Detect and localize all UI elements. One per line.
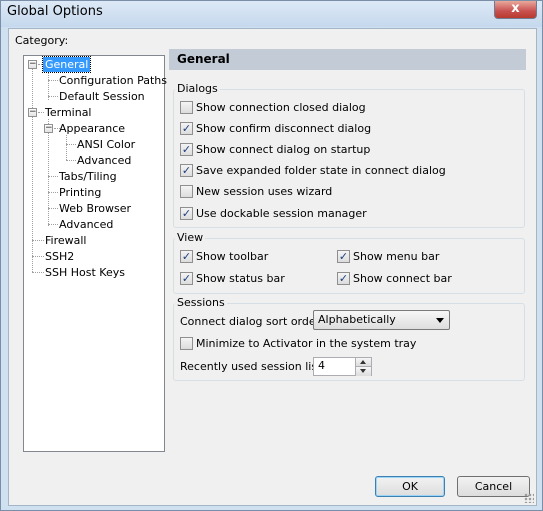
tree-item-printing[interactable]: Printing xyxy=(57,185,103,200)
resize-grip-icon[interactable] xyxy=(524,493,534,503)
tree-item-ssh-host-keys[interactable]: SSH Host Keys xyxy=(43,265,127,280)
tree-item-ssh2[interactable]: SSH2 xyxy=(43,249,76,264)
tree-item-general[interactable]: General xyxy=(41,56,92,73)
recent-sessions-label: Recently used session list: xyxy=(180,360,326,373)
chevron-down-icon xyxy=(436,318,444,323)
collapse-icon[interactable]: − xyxy=(28,60,37,69)
check-icon[interactable]: ✓ xyxy=(180,272,193,285)
ok-button[interactable]: OK xyxy=(375,476,445,497)
collapse-icon[interactable]: − xyxy=(28,108,37,117)
spin-down-button[interactable] xyxy=(356,367,371,376)
arrow-down-icon xyxy=(360,369,366,373)
tree-item-tabs-tiling[interactable]: Tabs/Tiling xyxy=(57,169,119,184)
check-icon[interactable]: ✓ xyxy=(337,272,350,285)
checkbox-box[interactable] xyxy=(180,337,193,350)
dialogs-group-label: Dialogs xyxy=(175,82,220,95)
tree-item-firewall[interactable]: Firewall xyxy=(43,233,88,248)
dialog-client-area: Category: − − − General Configuration Pa… xyxy=(8,28,537,506)
title-bar[interactable]: Global Options x xyxy=(1,1,542,27)
close-button[interactable]: x xyxy=(494,1,537,19)
check-icon[interactable]: ✓ xyxy=(180,250,193,263)
tree-item-configuration-paths[interactable]: Configuration Paths xyxy=(57,73,169,88)
page-title: General xyxy=(169,49,526,70)
sort-order-value: Alphabetically xyxy=(318,313,396,326)
checkbox-box[interactable] xyxy=(180,185,193,198)
recent-sessions-input[interactable]: 4 xyxy=(313,357,357,376)
check-icon[interactable]: ✓ xyxy=(180,122,193,135)
category-label: Category: xyxy=(15,34,69,47)
tree-item-terminal-advanced[interactable]: Advanced xyxy=(57,217,115,232)
sort-order-label: Connect dialog sort order: xyxy=(180,315,324,328)
check-icon[interactable]: ✓ xyxy=(180,164,193,177)
close-icon: x xyxy=(511,1,520,16)
sessions-group-label: Sessions xyxy=(175,296,227,309)
tree-connector xyxy=(66,135,67,160)
global-options-window: Global Options x Category: − − − General… xyxy=(0,0,543,511)
tree-item-appearance-advanced[interactable]: Advanced xyxy=(75,153,133,168)
view-group-label: View xyxy=(175,231,206,244)
tree-item-web-browser[interactable]: Web Browser xyxy=(57,201,133,216)
tree-item-terminal[interactable]: Terminal xyxy=(43,105,94,120)
tree-connector xyxy=(48,119,49,226)
tree-connector xyxy=(32,69,33,272)
window-title: Global Options xyxy=(7,4,103,19)
check-icon[interactable]: ✓ xyxy=(180,143,193,156)
recent-sessions-stepper[interactable] xyxy=(355,357,372,376)
tree-item-default-session[interactable]: Default Session xyxy=(57,89,147,104)
tree-item-ansi-color[interactable]: ANSI Color xyxy=(75,137,137,152)
check-icon[interactable]: ✓ xyxy=(337,250,350,263)
check-icon[interactable]: ✓ xyxy=(180,207,193,220)
spin-up-button[interactable] xyxy=(356,358,371,367)
cancel-button[interactable]: Cancel xyxy=(457,476,530,497)
checkbox-box[interactable] xyxy=(180,101,193,114)
category-tree[interactable]: − − − General Configuration Paths Defaul… xyxy=(23,55,167,452)
collapse-icon[interactable]: − xyxy=(44,124,53,133)
sort-order-select[interactable]: Alphabetically xyxy=(313,310,450,330)
tree-item-appearance[interactable]: Appearance xyxy=(57,121,127,136)
arrow-up-icon xyxy=(360,360,366,364)
